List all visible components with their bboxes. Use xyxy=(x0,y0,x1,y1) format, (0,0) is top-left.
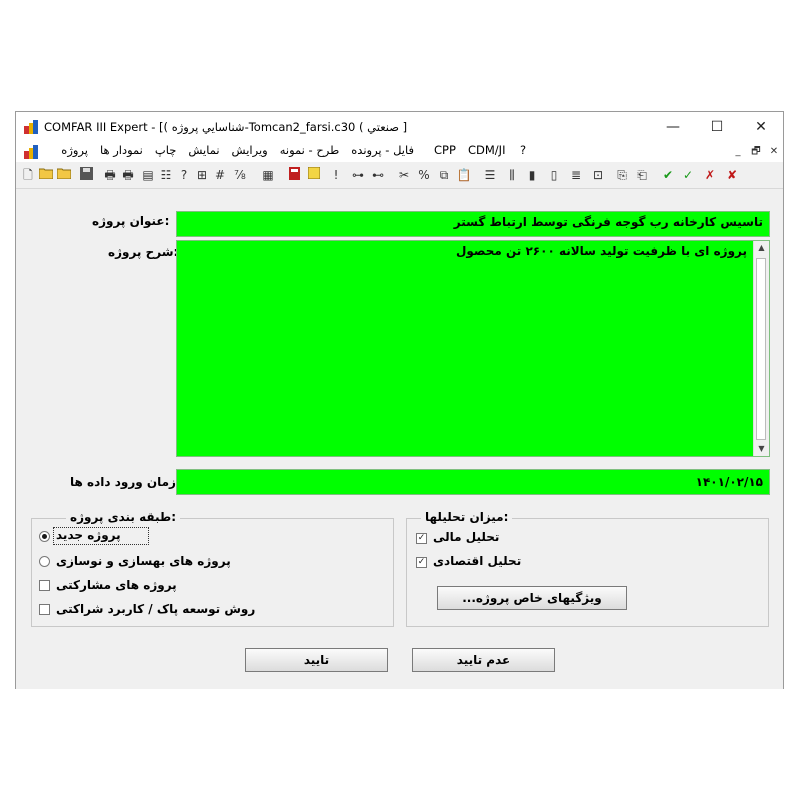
option-joint-project[interactable]: پروژه های مشارکتی xyxy=(56,578,177,596)
analysis-group: :میزان تحلیلها ✓ تحلیل مالی ✓ تحلیل اقتص… xyxy=(406,510,769,627)
fraction-icon[interactable]: ⅞ xyxy=(232,167,248,183)
document-icon[interactable]: ▤ xyxy=(140,167,156,183)
window-title: COMFAR III Expert - [( شناسايي پروژه-Tom… xyxy=(44,120,408,134)
menu-print[interactable]: چاپ xyxy=(155,143,176,157)
menu-edit[interactable]: ویرایش xyxy=(232,143,268,157)
new-file-icon[interactable]: 🗋 xyxy=(20,167,36,183)
ok-button[interactable]: تایید xyxy=(245,648,388,672)
classification-title: :طبقه بندی پروژه xyxy=(66,510,181,524)
print-icon[interactable]: 🖶 xyxy=(102,167,118,183)
grid-view-icon[interactable]: ▦ xyxy=(260,167,276,183)
page-copy-icon[interactable]: ⎘ xyxy=(614,167,630,183)
grid-icon[interactable]: ⊞ xyxy=(194,167,210,183)
maximize-button[interactable]: ☐ xyxy=(695,112,739,142)
checkbox-joint-project[interactable] xyxy=(39,580,50,591)
radio-upgrade-project[interactable] xyxy=(39,556,50,567)
toolbar: 🗋 🖶 🖶 ▤ ☷ ? ⊞ # ⅞ ▦ ! ⊶ ⊷ ✂ % ⧉ 📋 ☰ ⫼ ▮ … xyxy=(16,162,783,189)
app-window: COMFAR III Expert - [( شناسايي پروژه-Tom… xyxy=(15,111,784,689)
menu-charts[interactable]: نمودار ها xyxy=(100,143,143,157)
project-title-field[interactable]: تاسیس کارخانه رب گوجه فرنگی توسط ارتباط … xyxy=(176,211,770,237)
project-identification-dialog: :عنوان پروژه تاسیس کارخانه رب گوجه فرنگی… xyxy=(16,189,783,689)
menu-items-rtl: فایل - پرونده طرح - نمونه ویرایش نمایش چ… xyxy=(44,143,414,157)
tree-expand-icon[interactable]: ⊷ xyxy=(370,167,386,183)
cross-icon[interactable]: ✘ xyxy=(724,167,740,183)
project-desc-text: پروژه ای با ظرفیت تولید سالانه ۲۶۰۰ تن م… xyxy=(455,244,747,258)
mdi-restore-button[interactable]: 🗗 xyxy=(748,145,764,159)
menu-cdm[interactable]: CDM/JI xyxy=(468,143,505,157)
title-bar: COMFAR III Expert - [( شناسايي پروژه-Tom… xyxy=(16,112,783,142)
cut-icon[interactable]: ✂ xyxy=(396,167,412,183)
menu-cpp[interactable]: CPP xyxy=(434,143,456,157)
columns-icon[interactable]: ⫼ xyxy=(504,167,520,183)
bar-chart-icon[interactable]: ▮ xyxy=(524,167,540,183)
tree-icon[interactable]: ⊶ xyxy=(350,167,366,183)
menu-help[interactable]: ? xyxy=(520,143,526,157)
stack-icon[interactable]: ≣ xyxy=(568,167,584,183)
check-up-icon[interactable]: ✓ xyxy=(680,167,696,183)
menu-view[interactable]: نمایش xyxy=(188,143,219,157)
menu-file[interactable]: فایل - پرونده xyxy=(351,143,414,157)
close-button[interactable]: ✕ xyxy=(739,112,783,142)
option-upgrade-project[interactable]: پروژه های بهسازی و نوسازی xyxy=(56,554,231,572)
option-new-project[interactable]: پروژه جدید xyxy=(56,528,121,546)
project-desc-label: :شرح پروژه xyxy=(108,245,179,259)
node-icon[interactable]: ⊡ xyxy=(590,167,606,183)
page-move-icon[interactable]: ⎗ xyxy=(634,167,650,183)
radio-new-project[interactable] xyxy=(39,531,50,542)
comfar-app-icon xyxy=(24,120,38,134)
classification-group: :طبقه بندی پروژه پروژه جدید پروژه های به… xyxy=(31,510,394,627)
project-desc-field[interactable]: پروژه ای با ظرفیت تولید سالانه ۲۶۰۰ تن م… xyxy=(176,240,770,457)
help-table-icon[interactable]: ? xyxy=(176,167,192,183)
check-icon[interactable]: ✔ xyxy=(660,167,676,183)
analysis-title: :میزان تحلیلها xyxy=(421,510,513,524)
save-icon[interactable] xyxy=(78,167,94,183)
scroll-up-icon[interactable]: ▲ xyxy=(754,241,769,255)
option-financial[interactable]: تحلیل مالی xyxy=(433,530,499,548)
alert-icon[interactable]: ! xyxy=(328,167,344,183)
columns-chart-icon[interactable]: ▯ xyxy=(546,167,562,183)
cross-down-icon[interactable]: ✗ xyxy=(702,167,718,183)
comfar-menu-icon[interactable] xyxy=(24,145,38,159)
scroll-down-icon[interactable]: ▼ xyxy=(754,442,769,456)
entry-date-field[interactable]: ۱۴۰۱/۰۲/۱۵ xyxy=(176,469,770,495)
minimize-button[interactable]: — xyxy=(651,112,695,142)
cut-percent-icon[interactable]: % xyxy=(416,167,432,183)
open-folder-icon[interactable] xyxy=(56,167,72,183)
copy-icon[interactable]: ⧉ xyxy=(436,167,452,183)
menu-project[interactable]: پروژه xyxy=(61,143,88,157)
entry-date-label: :زمان ورود داده ها xyxy=(70,475,181,489)
hash-icon[interactable]: # xyxy=(212,167,228,183)
print-preview-icon[interactable]: 🖶 xyxy=(120,167,136,183)
project-title-label: :عنوان پروژه xyxy=(92,214,170,228)
special-features-button[interactable]: ویژگیهای خاص پروژه... xyxy=(437,586,627,610)
mdi-close-button[interactable]: ✕ xyxy=(766,145,782,159)
option-clean-dev[interactable]: روش توسعه پاک / کاربرد شراکتی xyxy=(56,602,255,620)
menu-template[interactable]: طرح - نمونه xyxy=(280,143,340,157)
desc-scrollbar[interactable]: ▲ ▼ xyxy=(753,241,769,456)
note-icon[interactable] xyxy=(306,166,322,183)
paste-icon[interactable]: 📋 xyxy=(456,167,472,183)
checkbox-clean-dev[interactable] xyxy=(39,604,50,615)
scroll-thumb[interactable] xyxy=(756,258,766,440)
menu-bar: فایل - پرونده طرح - نمونه ویرایش نمایش چ… xyxy=(16,142,783,162)
calculator-icon[interactable] xyxy=(286,167,302,183)
cancel-button[interactable]: عدم تایید xyxy=(412,648,555,672)
list-icon[interactable]: ☰ xyxy=(482,167,498,183)
new-folder-icon[interactable] xyxy=(38,167,54,183)
option-economic[interactable]: تحلیل اقتصادی xyxy=(433,554,521,572)
table-icon[interactable]: ☷ xyxy=(158,167,174,183)
mdi-minimize-button[interactable]: _ xyxy=(730,145,746,159)
checkbox-financial[interactable]: ✓ xyxy=(416,533,427,544)
checkbox-economic[interactable]: ✓ xyxy=(416,557,427,568)
